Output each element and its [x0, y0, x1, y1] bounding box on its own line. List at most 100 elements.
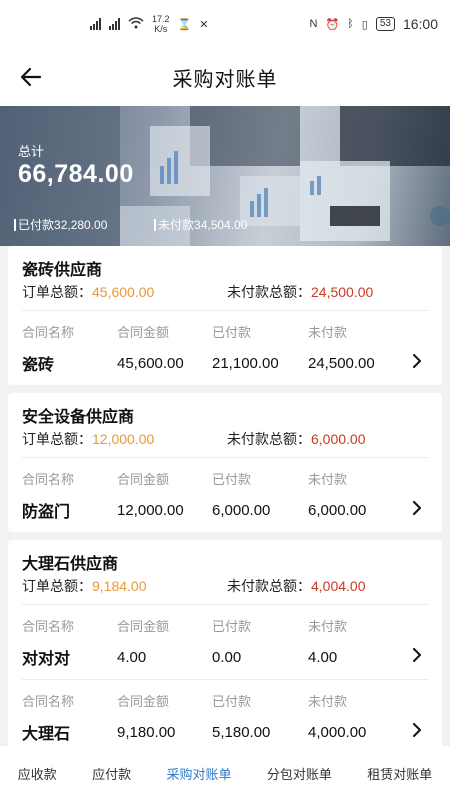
contract-values: 对对对 4.00 0.00 4.00 — [22, 635, 428, 679]
contract-row[interactable]: 合同名称 合同金额 已付款 未付款 瓷砖 45,600.00 21,100.00… — [22, 311, 428, 385]
unpaid-summary: 未付款 34,504.00 — [154, 216, 247, 233]
col-header-name: 合同名称 — [22, 472, 75, 487]
tab-receivables[interactable]: 应收款 — [14, 758, 61, 789]
status-right: N ⏰ ᛒ ▯ 53 16:00 — [310, 16, 439, 32]
supplier-card: 大理石供应商 订单总额：9,184.00 未付款总额：4,004.00 合同名称… — [8, 540, 442, 754]
contract-column-headers: 合同名称 合同金额 已付款 未付款 — [22, 311, 428, 341]
unpaid-total-value: 24,500.00 — [311, 284, 374, 300]
col-header-paid: 已付款 — [212, 694, 252, 709]
contract-unpaid: 6,000.00 — [308, 501, 367, 519]
nfc-icon: N — [309, 18, 318, 30]
unpaid-total: 未付款总额：24,500.00 — [227, 282, 373, 302]
col-header-amount: 合同金额 — [117, 325, 170, 340]
speed-value: 17.2 — [152, 14, 170, 24]
chevron-right-icon[interactable] — [412, 723, 422, 741]
supplier-name: 安全设备供应商 — [22, 409, 135, 426]
signal-icon — [90, 18, 101, 30]
bluetooth-icon: ᛒ — [347, 18, 354, 30]
contract-paid: 0.00 — [212, 648, 242, 666]
contract-amount: 12,000.00 — [117, 501, 184, 519]
tab-lease-statement[interactable]: 租赁对账单 — [363, 758, 436, 789]
contract-amount: 4.00 — [117, 648, 147, 666]
order-total-label: 订单总额： — [22, 284, 92, 300]
tab-payables[interactable]: 应付款 — [88, 758, 135, 789]
supplier-totals: 订单总额：9,184.00 未付款总额：4,004.00 — [22, 576, 428, 605]
unpaid-total-label: 未付款总额： — [227, 284, 311, 300]
back-arrow-icon — [20, 67, 42, 87]
chevron-right-icon[interactable] — [412, 648, 422, 666]
unpaid-total: 未付款总额：6,000.00 — [227, 429, 366, 449]
order-total-value: 12,000.00 — [92, 431, 155, 447]
clock: 16:00 — [402, 16, 438, 32]
contract-row[interactable]: 合同名称 合同金额 已付款 未付款 大理石 9,180.00 5,180.00 … — [22, 680, 428, 754]
unpaid-total: 未付款总额：4,004.00 — [227, 576, 366, 596]
contract-paid: 6,000.00 — [212, 501, 271, 519]
contract-unpaid: 24,500.00 — [308, 354, 375, 372]
contract-name: 对对对 — [22, 651, 71, 668]
contract-row[interactable]: 合同名称 合同金额 已付款 未付款 防盗门 12,000.00 6,000.00… — [22, 458, 428, 532]
network-speed: 17.2 K/s — [152, 14, 170, 34]
app-notification-icon: ✕ — [199, 18, 209, 31]
status-bar: 17.2 K/s ⌛ ✕ N ⏰ ᛒ ▯ 53 16:00 — [0, 0, 450, 48]
contract-values: 瓷砖 45,600.00 21,100.00 24,500.00 — [22, 341, 428, 385]
contract-unpaid: 4.00 — [308, 648, 338, 666]
contract-amount: 45,600.00 — [117, 354, 184, 372]
speed-unit: K/s — [154, 24, 168, 34]
contract-row[interactable]: 合同名称 合同金额 已付款 未付款 对对对 4.00 0.00 4.00 — [22, 605, 428, 680]
col-header-paid: 已付款 — [212, 325, 252, 340]
chevron-right-icon[interactable] — [412, 354, 422, 372]
contract-name: 大理石 — [22, 726, 71, 743]
unpaid-total-label: 未付款总额： — [227, 578, 311, 594]
col-header-unpaid: 未付款 — [308, 694, 348, 709]
paid-value: 32,280.00 — [54, 217, 108, 232]
order-total-label: 订单总额： — [22, 431, 92, 447]
tab-subcontract-statement[interactable]: 分包对账单 — [263, 758, 336, 789]
nav-bar: 采购对账单 — [0, 48, 450, 106]
total-label: 总计 — [18, 144, 45, 159]
col-header-amount: 合同金额 — [117, 694, 170, 709]
supplier-list: 瓷砖供应商 订单总额：45,600.00 未付款总额：24,500.00 合同名… — [0, 246, 450, 754]
col-header-amount: 合同金额 — [117, 619, 170, 634]
order-total-value: 45,600.00 — [92, 284, 155, 300]
signal-icon-2 — [109, 18, 120, 30]
col-header-name: 合同名称 — [22, 619, 75, 634]
back-button[interactable] — [16, 62, 46, 92]
paid-summary: 已付款 32,280.00 — [14, 216, 107, 233]
supplier-name: 大理石供应商 — [22, 556, 119, 573]
col-header-unpaid: 未付款 — [308, 619, 348, 634]
col-header-name: 合同名称 — [22, 694, 75, 709]
wifi-icon — [128, 16, 144, 32]
contract-name: 瓷砖 — [22, 357, 55, 374]
contract-column-headers: 合同名称 合同金额 已付款 未付款 — [22, 458, 428, 488]
alarm-icon: ⏰ — [325, 18, 340, 31]
tab-purchase-statement[interactable]: 采购对账单 — [162, 758, 235, 789]
chevron-right-icon[interactable] — [412, 501, 422, 519]
supplier-totals: 订单总额：12,000.00 未付款总额：6,000.00 — [22, 429, 428, 458]
col-header-amount: 合同金额 — [117, 472, 170, 487]
unpaid-total-value: 4,004.00 — [311, 578, 366, 594]
order-total: 订单总额：9,184.00 — [22, 576, 227, 596]
contract-column-headers: 合同名称 合同金额 已付款 未付款 — [22, 680, 428, 710]
col-header-unpaid: 未付款 — [308, 472, 348, 487]
contract-amount: 9,180.00 — [117, 723, 176, 741]
supplier-name: 瓷砖供应商 — [22, 262, 103, 279]
unpaid-bar-marker — [154, 218, 156, 231]
paid-label: 已付款 — [18, 218, 55, 232]
order-total-value: 9,184.00 — [92, 578, 147, 594]
col-header-paid: 已付款 — [212, 472, 252, 487]
paid-bar-marker — [14, 218, 16, 231]
contract-column-headers: 合同名称 合同金额 已付款 未付款 — [22, 605, 428, 635]
order-total-label: 订单总额： — [22, 578, 92, 594]
vibrate-icon: ▯ — [361, 18, 368, 31]
unpaid-value: 34,504.00 — [194, 217, 248, 232]
total-value: 66,784.00 — [18, 160, 134, 188]
col-header-paid: 已付款 — [212, 619, 252, 634]
col-header-unpaid: 未付款 — [308, 325, 348, 340]
unpaid-total-label: 未付款总额： — [227, 431, 311, 447]
col-header-name: 合同名称 — [22, 325, 75, 340]
order-total: 订单总额：12,000.00 — [22, 429, 227, 449]
contract-unpaid: 4,000.00 — [308, 723, 367, 741]
supplier-card: 安全设备供应商 订单总额：12,000.00 未付款总额：6,000.00 合同… — [8, 393, 442, 532]
contract-paid: 5,180.00 — [212, 723, 271, 741]
supplier-card: 瓷砖供应商 订单总额：45,600.00 未付款总额：24,500.00 合同名… — [8, 246, 442, 385]
